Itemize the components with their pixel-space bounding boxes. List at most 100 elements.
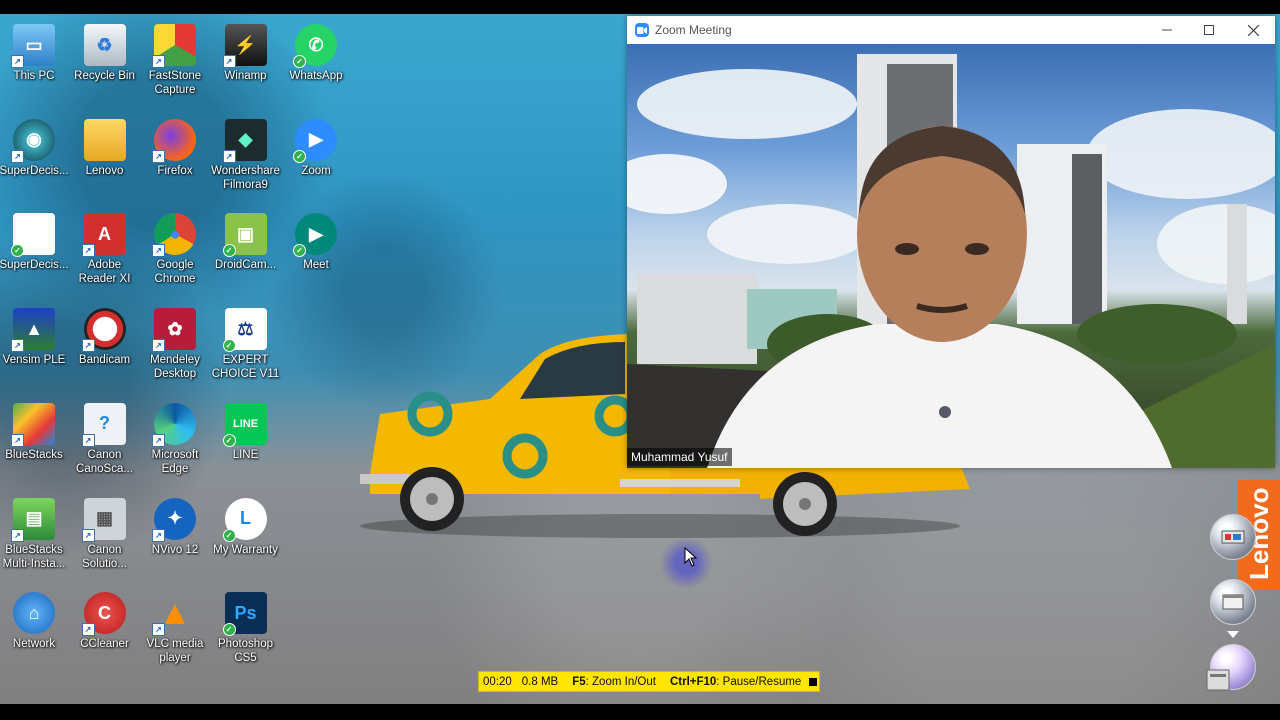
lenovo-widget-window-icon[interactable] (1210, 579, 1256, 625)
hotkey-zoom-action: : Zoom In/Out (585, 675, 656, 688)
shortcut-arrow-icon: ↗ (222, 149, 236, 163)
folder-icon (83, 118, 126, 161)
sync-check-icon: ✓ (222, 623, 236, 637)
bandicam-icon: ↗ (81, 308, 126, 353)
chrome-icon: ● ↗ (152, 213, 196, 258)
shortcut-arrow-icon: ↗ (152, 623, 165, 637)
firefox-icon: ↗ (152, 118, 196, 163)
desktop-shortcut-label: NVivo 12 (151, 543, 199, 556)
vensim-icon: ▲ ↗ (11, 308, 55, 353)
desktop-shortcut[interactable]: ♻ Recycle Bin (70, 24, 140, 83)
desktop-shortcut[interactable]: ◆ ↗ Wondershare Filmora9 (211, 118, 281, 192)
winamp-icon: ⚡ ↗ (222, 24, 267, 68)
hotkey-pause-key: Ctrl+F10 (669, 675, 717, 688)
desktop-shortcut-label: SuperDecis... (0, 259, 69, 272)
shortcut-arrow-icon: ↗ (152, 55, 165, 68)
warranty-icon: L ✓ (222, 497, 267, 542)
stop-recording-icon[interactable] (809, 677, 818, 686)
desktop-shortcut[interactable]: ◉ ↗ SuperDecis... (0, 118, 69, 178)
desktop-shortcut[interactable]: ⚖ ✓ EXPERT CHOICE V11 (211, 308, 281, 381)
droidcam-icon: ▣ ✓ (222, 213, 267, 258)
chevron-down-icon[interactable] (1227, 631, 1239, 639)
hotkey-pause-action: : Pause/Resume (716, 675, 802, 688)
desktop-shortcut[interactable]: ↗ FastStone Capture (140, 24, 210, 97)
desktop-shortcut-label: EXPERT CHOICE V11 (211, 354, 280, 381)
taskbar-thumbnail-icon[interactable] (1206, 669, 1230, 691)
desktop-shortcut[interactable]: ▤ ↗ BlueStacks Multi-Insta... (0, 497, 69, 571)
desktop-shortcut[interactable]: Ps ✓ Photoshop CS5 (211, 592, 281, 665)
minimize-button[interactable] (1145, 16, 1189, 44)
recorder-status-bar: 00:20 0.8 MB F5 : Zoom In/Out Ctrl+F10 :… (478, 671, 820, 692)
minimize-icon (1162, 29, 1172, 31)
desktop-shortcut[interactable]: ▶ ✓ Zoom (281, 118, 351, 178)
desktop-shortcut[interactable]: ● ↗ Google Chrome (140, 213, 210, 286)
sync-check-icon: ✓ (11, 244, 24, 258)
desktop-shortcut[interactable]: ✦ ↗ NVivo 12 (140, 497, 210, 557)
sync-check-icon: ✓ (222, 433, 236, 447)
desktop-shortcut[interactable]: ▣ ✓ DroidCam... (211, 213, 281, 272)
sync-check-icon: ✓ (222, 339, 236, 353)
desktop-shortcut-label: Wondershare Filmora9 (211, 164, 280, 191)
shortcut-arrow-icon: ↗ (81, 339, 95, 353)
desktop-shortcut[interactable]: A ↗ Adobe Reader XI (70, 213, 140, 286)
lenovo-widget-tools-icon[interactable] (1210, 514, 1256, 560)
desktop-shortcut-label: My Warranty (213, 543, 278, 556)
desktop-shortcut[interactable]: ✿ ↗ Mendeley Desktop (140, 308, 210, 381)
superdecisions-icon: ◉ ↗ (11, 118, 55, 163)
desktop-shortcut[interactable]: ↗ Bandicam (70, 308, 140, 367)
shortcut-arrow-icon: ↗ (152, 244, 165, 258)
photoshop-icon: Ps ✓ (222, 592, 267, 637)
desktop-shortcut-label: BlueStacks (5, 448, 63, 461)
participant-name-tag: Muhammad Yusuf (627, 448, 732, 466)
desktop-shortcut[interactable]: LINE ✓ LINE (211, 402, 281, 462)
desktop-shortcut-label: Firefox (157, 164, 193, 177)
desktop-shortcut[interactable]: C ↗ CCleaner (70, 592, 140, 651)
adobe-reader-icon: A ↗ (81, 213, 126, 258)
shortcut-arrow-icon: ↗ (11, 433, 24, 447)
mouse-cursor-icon (684, 547, 698, 567)
faststone-icon: ↗ (152, 24, 196, 68)
line-icon: LINE ✓ (222, 402, 267, 447)
vlc-icon: ▲ ↗ (152, 592, 196, 637)
desktop-shortcut[interactable]: ✆ ✓ WhatsApp (281, 24, 351, 83)
maximize-button[interactable] (1187, 16, 1231, 44)
shortcut-arrow-icon: ↗ (152, 339, 165, 353)
computer-icon: ▭ ↗ (11, 24, 55, 68)
desktop-shortcut[interactable]: Lenovo (70, 118, 140, 178)
zoom-titlebar[interactable]: Zoom Meeting (627, 16, 1275, 44)
close-button[interactable] (1231, 16, 1275, 44)
bluestacks-icon: ↗ (11, 402, 55, 447)
desktop-shortcut-label: Network (12, 638, 56, 651)
edge-icon: ↗ (152, 402, 196, 447)
desktop-shortcut[interactable]: ⌂ Network (0, 592, 69, 651)
participant-video[interactable]: Muhammad Yusuf (627, 44, 1275, 468)
close-icon (1247, 24, 1259, 36)
desktop-shortcut-label: Microsoft Edge (151, 448, 199, 475)
shortcut-arrow-icon: ↗ (152, 528, 165, 542)
desktop-shortcut[interactable]: ↗ Microsoft Edge (140, 402, 210, 476)
desktop-shortcut[interactable]: ? ↗ Canon CanoSca... (70, 402, 140, 476)
desktop-shortcut[interactable]: ▦ ↗ Canon Solutio... (70, 497, 140, 571)
desktop-shortcut[interactable]: ▲ ↗ VLC media player (140, 592, 210, 665)
desktop-shortcut[interactable]: ↗ Firefox (140, 118, 210, 178)
maximize-icon (1204, 25, 1214, 35)
desktop-shortcut[interactable]: ⚡ ↗ Winamp (211, 24, 281, 83)
desktop-shortcut[interactable]: ▲ ↗ Vensim PLE (0, 308, 69, 367)
shortcut-arrow-icon: ↗ (81, 244, 95, 258)
desktop-shortcut[interactable]: ✓ SuperDecis... (0, 213, 69, 272)
meet-icon: ▶ ✓ (293, 213, 337, 258)
desktop-shortcut-label: Adobe Reader XI (78, 259, 131, 286)
zoom-meeting-window[interactable]: Zoom Meeting Muhammad Yusuf (627, 16, 1275, 468)
desktop-shortcut[interactable]: ↗ BlueStacks (0, 402, 69, 462)
desktop-shortcut[interactable]: ▭ ↗ This PC (0, 24, 69, 83)
desktop-shortcut-label: SuperDecis... (0, 164, 69, 177)
shortcut-arrow-icon: ↗ (222, 55, 236, 68)
desktop-shortcut-label: Google Chrome (154, 259, 196, 286)
desktop-shortcut-label: FastStone Capture (148, 70, 202, 96)
expert-choice-icon: ⚖ ✓ (222, 308, 267, 353)
desktop-shortcut[interactable]: L ✓ My Warranty (211, 497, 281, 557)
desktop-shortcut[interactable]: ▶ ✓ Meet (281, 213, 351, 272)
desktop-shortcut-label: CCleaner (80, 638, 129, 651)
desktop-shortcut-label: Canon CanoSca... (76, 448, 133, 475)
desktop-shortcut-label: Bandicam (78, 354, 131, 367)
